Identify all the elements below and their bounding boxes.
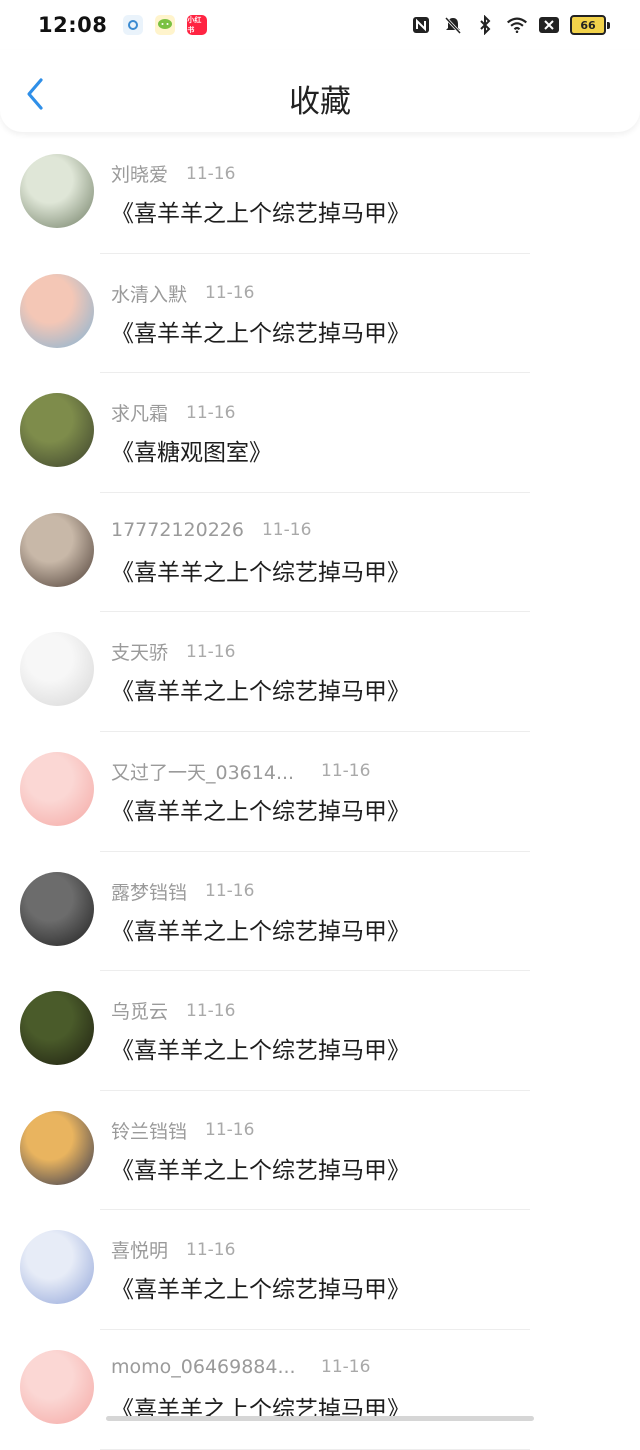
avatar[interactable] — [20, 632, 94, 707]
xiaohongshu-label: 小红书 — [187, 16, 202, 34]
item-title[interactable]: 《喜糖观图室》 — [111, 433, 272, 467]
user-name[interactable]: 乌觅云 — [111, 997, 168, 1024]
avatar[interactable] — [20, 273, 94, 348]
horizontal-scrollbar[interactable] — [106, 1416, 534, 1421]
item-date: 11-16 — [205, 1120, 255, 1141]
user-name[interactable]: 17772120226 — [111, 519, 244, 541]
favorites-list: 刘晓爱 11-16 《喜羊羊之上个综艺掉马甲》 水清入默 11-16 《喜羊羊之… — [0, 134, 640, 1450]
page-title: 收藏 — [289, 84, 351, 120]
list-item[interactable]: 17772120226 11-16 《喜羊羊之上个综艺掉马甲》 — [0, 493, 640, 613]
nav-bar: 收藏 — [0, 50, 640, 132]
avatar[interactable] — [20, 1110, 94, 1185]
item-date: 11-16 — [321, 761, 371, 782]
user-name[interactable]: 刘晓爱 — [111, 160, 168, 187]
status-time: 12:08 — [38, 13, 108, 37]
user-name[interactable]: 又过了一天_03614... — [111, 758, 297, 785]
avatar[interactable] — [20, 393, 94, 468]
status-bar: 12:08 小红书 66 — [0, 0, 640, 50]
list-item[interactable]: 喜悦明 11-16 《喜羊羊之上个综艺掉马甲》 — [0, 1210, 640, 1330]
notification-app-icons: 小红书 — [123, 15, 208, 35]
user-name[interactable]: 水清入默 — [111, 280, 187, 307]
list-item[interactable]: 支天骄 11-16 《喜羊羊之上个综艺掉马甲》 — [0, 612, 640, 732]
bell-muted-icon — [442, 14, 464, 36]
avatar[interactable] — [20, 512, 94, 587]
list-item[interactable]: 求凡霜 11-16 《喜糖观图室》 — [0, 373, 640, 493]
item-title[interactable]: 《喜羊羊之上个综艺掉马甲》 — [111, 194, 410, 228]
bluetooth-icon — [474, 14, 496, 36]
item-date: 11-16 — [261, 519, 312, 540]
divider — [100, 1448, 530, 1450]
list-item[interactable]: momo_06469884... 11-16 《喜羊羊之上个综艺掉马甲》 — [0, 1330, 640, 1450]
item-title[interactable]: 《喜羊羊之上个综艺掉马甲》 — [111, 672, 410, 706]
avatar[interactable] — [20, 1349, 94, 1424]
user-name[interactable]: 铃兰铛铛 — [111, 1117, 187, 1144]
avatar[interactable] — [20, 1230, 94, 1305]
item-date: 11-16 — [186, 1239, 236, 1260]
item-title[interactable]: 《喜羊羊之上个综艺掉马甲》 — [111, 314, 410, 348]
user-name[interactable]: 支天骄 — [111, 638, 168, 665]
avatar[interactable] — [20, 751, 94, 826]
item-title[interactable]: 《喜羊羊之上个综艺掉马甲》 — [111, 1031, 410, 1065]
user-name[interactable]: 求凡霜 — [111, 399, 168, 426]
battery-level: 66 — [570, 15, 606, 35]
item-date: 11-16 — [205, 881, 255, 902]
avatar[interactable] — [20, 991, 94, 1066]
item-title[interactable]: 《喜羊羊之上个综艺掉马甲》 — [111, 553, 410, 587]
chat-app-icon — [155, 15, 176, 35]
list-item[interactable]: 又过了一天_03614... 11-16 《喜羊羊之上个综艺掉马甲》 — [0, 732, 640, 852]
item-title[interactable]: 《喜羊羊之上个综艺掉马甲》 — [111, 792, 410, 826]
xiaohongshu-app-icon: 小红书 — [187, 15, 208, 35]
user-name[interactable]: 喜悦明 — [111, 1236, 168, 1263]
item-title[interactable]: 《喜羊羊之上个综艺掉马甲》 — [111, 1270, 410, 1304]
item-title[interactable]: 《喜羊羊之上个综艺掉马甲》 — [111, 912, 410, 946]
item-date: 11-16 — [205, 283, 255, 304]
item-date: 11-16 — [186, 163, 236, 184]
item-date: 11-16 — [186, 641, 236, 662]
wifi-icon — [506, 14, 528, 36]
nfc-icon — [410, 14, 432, 36]
avatar[interactable] — [20, 871, 94, 946]
user-name[interactable]: 露梦铛铛 — [111, 878, 187, 905]
item-date: 11-16 — [321, 1356, 371, 1377]
item-date: 11-16 — [186, 402, 236, 423]
battery-icon: 66 — [570, 15, 610, 35]
gear-app-icon — [123, 15, 144, 35]
avatar[interactable] — [20, 154, 94, 228]
user-name[interactable]: momo_06469884... — [111, 1356, 297, 1378]
list-item[interactable]: 露梦铛铛 11-16 《喜羊羊之上个综艺掉马甲》 — [0, 852, 640, 972]
item-date: 11-16 — [186, 1000, 236, 1021]
no-sim-icon — [538, 14, 560, 36]
list-item[interactable]: 刘晓爱 11-16 《喜羊羊之上个综艺掉马甲》 — [0, 134, 640, 254]
item-title[interactable]: 《喜羊羊之上个综艺掉马甲》 — [111, 1151, 410, 1185]
list-item[interactable]: 乌觅云 11-16 《喜羊羊之上个综艺掉马甲》 — [0, 971, 640, 1091]
list-item[interactable]: 水清入默 11-16 《喜羊羊之上个综艺掉马甲》 — [0, 254, 640, 374]
list-item[interactable]: 铃兰铛铛 11-16 《喜羊羊之上个综艺掉马甲》 — [0, 1091, 640, 1211]
